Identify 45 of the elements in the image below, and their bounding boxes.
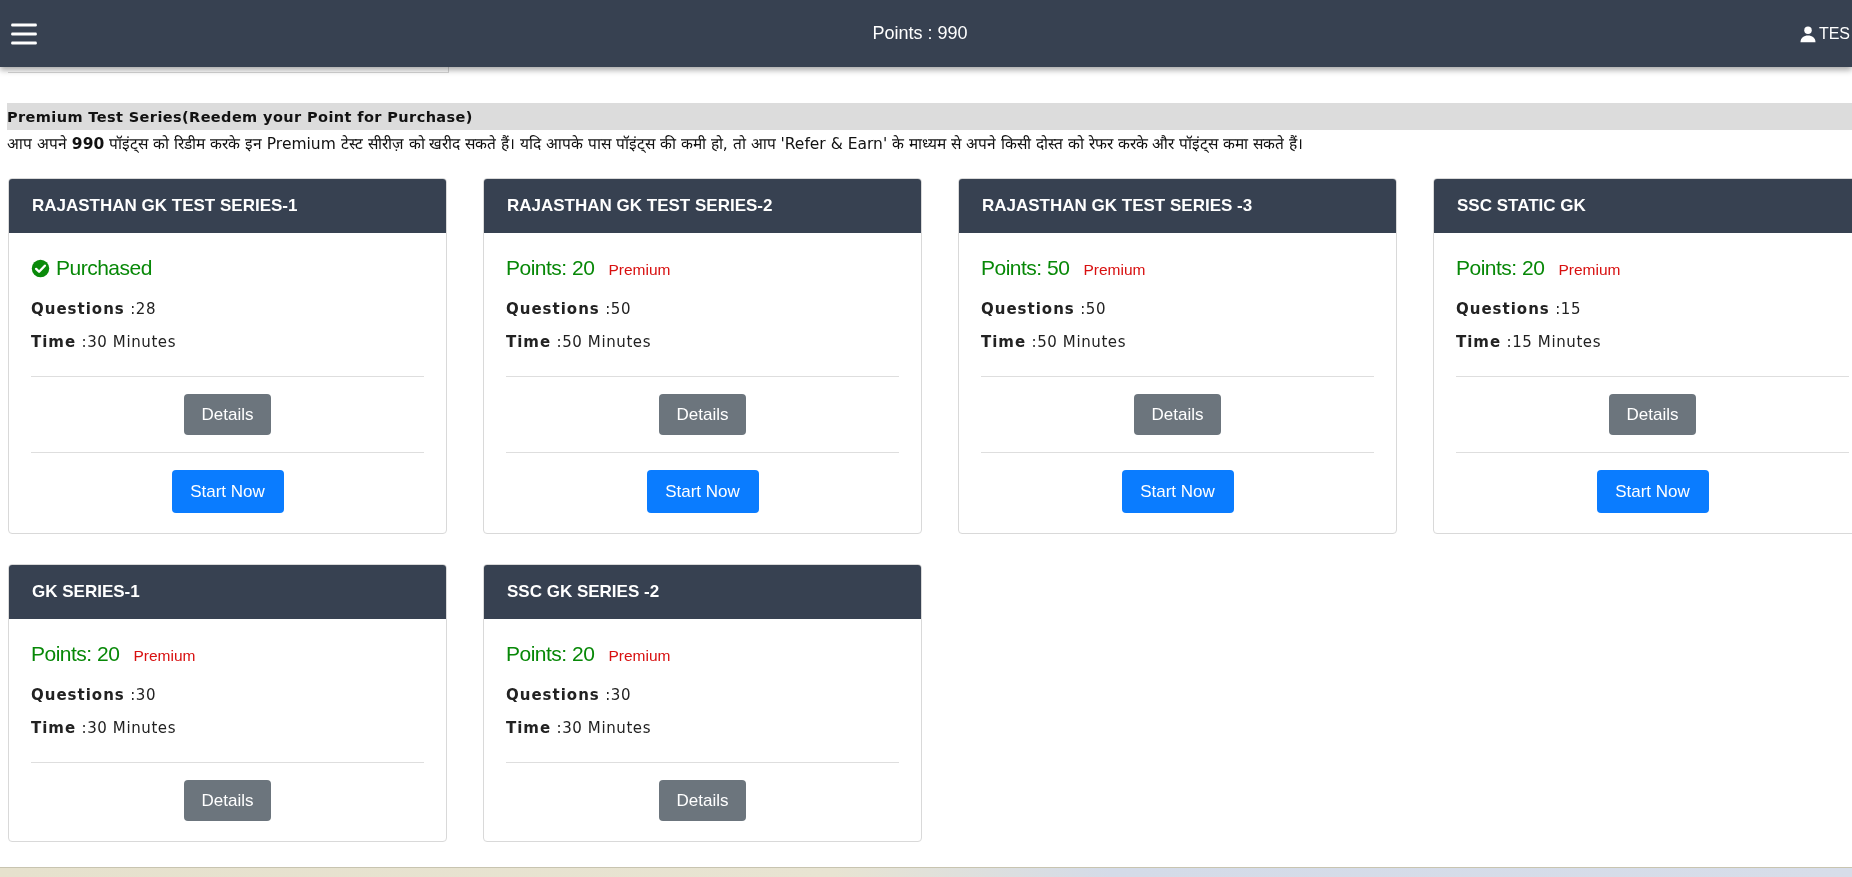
questions-count: Questions :28 bbox=[31, 299, 158, 320]
section-description: आप अपने 990 पॉइंट्स को रिडीम करके इन Premium टेस्ट सीरीज़ को खरीद सकते हैं। यदि आपके पास पॉइंट्स की कमी हो, तो आप 'Refer & Earn' के माध्यम से अपने किसी दोस्त को रेफर करके और पॉइंट्स कमा सकते हैं। bbox=[7, 134, 1305, 154]
points-cost: Points: 20 bbox=[31, 642, 120, 666]
start-now-button[interactable]: Start Now bbox=[1121, 470, 1234, 513]
premium-label: Premium bbox=[608, 646, 671, 665]
user-menu[interactable]: TES bbox=[1798, 24, 1850, 43]
card-title: RAJASTHAN GK TEST SERIES-1 bbox=[32, 196, 298, 216]
test-duration: Time :15 Minutes bbox=[1456, 332, 1603, 353]
questions-count: Questions :50 bbox=[981, 299, 1108, 320]
test-duration: Time :30 Minutes bbox=[31, 332, 178, 353]
test-duration: Time :50 Minutes bbox=[506, 332, 653, 353]
questions-count: Questions :30 bbox=[506, 685, 633, 706]
details-button[interactable]: Details bbox=[659, 780, 746, 821]
points-total: Points : 990 bbox=[871, 23, 969, 44]
user-icon bbox=[1798, 24, 1817, 43]
questions-count: Questions :50 bbox=[506, 299, 633, 320]
questions-count: Questions :15 bbox=[1456, 299, 1583, 320]
card-title: GK SERIES-1 bbox=[32, 582, 140, 602]
points-cost: Points: 20 bbox=[506, 642, 595, 666]
details-button[interactable]: Details bbox=[184, 394, 271, 435]
start-now-button[interactable]: Start Now bbox=[1596, 470, 1709, 513]
points-cost: Points: 20 bbox=[506, 256, 595, 280]
start-now-button[interactable]: Start Now bbox=[171, 470, 284, 513]
test-duration: Time :30 Minutes bbox=[31, 718, 178, 739]
premium-label: Premium bbox=[1558, 260, 1621, 279]
card-title: RAJASTHAN GK TEST SERIES -3 bbox=[982, 196, 1253, 216]
points-cost: Points: 50 bbox=[981, 256, 1070, 280]
premium-label: Premium bbox=[133, 646, 196, 665]
start-now-button[interactable]: Start Now bbox=[646, 470, 759, 513]
premium-label: Premium bbox=[1083, 260, 1146, 279]
test-duration: Time :30 Minutes bbox=[506, 718, 653, 739]
check-circle-icon bbox=[31, 258, 50, 278]
details-button[interactable]: Details bbox=[659, 394, 746, 435]
premium-label: Premium bbox=[608, 260, 671, 279]
details-button[interactable]: Details bbox=[1609, 394, 1696, 435]
card-title: RAJASTHAN GK TEST SERIES-2 bbox=[507, 196, 773, 216]
card-title: SSC GK SERIES -2 bbox=[507, 582, 660, 602]
questions-count: Questions :30 bbox=[31, 685, 158, 706]
details-button[interactable]: Details bbox=[1134, 394, 1221, 435]
test-duration: Time :50 Minutes bbox=[981, 332, 1128, 353]
details-button[interactable]: Details bbox=[184, 780, 271, 821]
points-cost: Points: 20 bbox=[1456, 256, 1545, 280]
card-title: SSC STATIC GK bbox=[1457, 196, 1586, 216]
section-title: Premium Test Series(Reedem your Point for Purchase) bbox=[7, 103, 1852, 130]
purchased-status: Purchased bbox=[56, 256, 152, 280]
